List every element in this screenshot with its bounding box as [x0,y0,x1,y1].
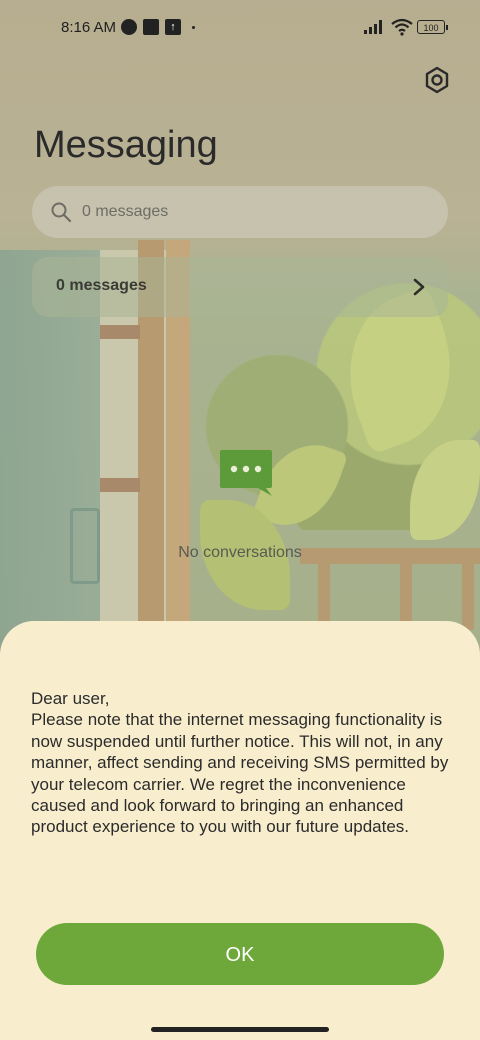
settings-icon[interactable] [421,64,453,96]
ok-button[interactable]: OK [36,923,444,985]
signal-icon [364,20,386,34]
wifi-icon [391,18,413,36]
page-title: Messaging [34,124,218,166]
chevron-right-icon [413,278,425,296]
status-time: 8:16 AM [61,19,117,36]
empty-state-text: No conversations [178,544,302,561]
notification-icon [143,19,159,35]
messages-count-label: 0 messages [56,277,147,294]
notice-dialog: Dear user, Please note that the internet… [0,621,480,1040]
battery-icon: 100 [417,20,448,34]
dialog-message: Dear user, Please note that the internet… [31,689,449,837]
home-indicator[interactable] [151,1027,329,1032]
messages-summary-row[interactable]: 0 messages [32,257,448,317]
status-bar: 8:16 AM ↑ 100 [0,0,480,56]
notification-icon [121,19,137,35]
upload-icon: ↑ [165,19,181,35]
search-input[interactable]: 0 messages [32,186,448,238]
chat-bubble-icon [220,450,272,496]
search-placeholder: 0 messages [82,203,169,220]
more-notifications-icon [192,26,195,29]
search-icon [51,202,72,223]
battery-level: 100 [423,23,439,33]
